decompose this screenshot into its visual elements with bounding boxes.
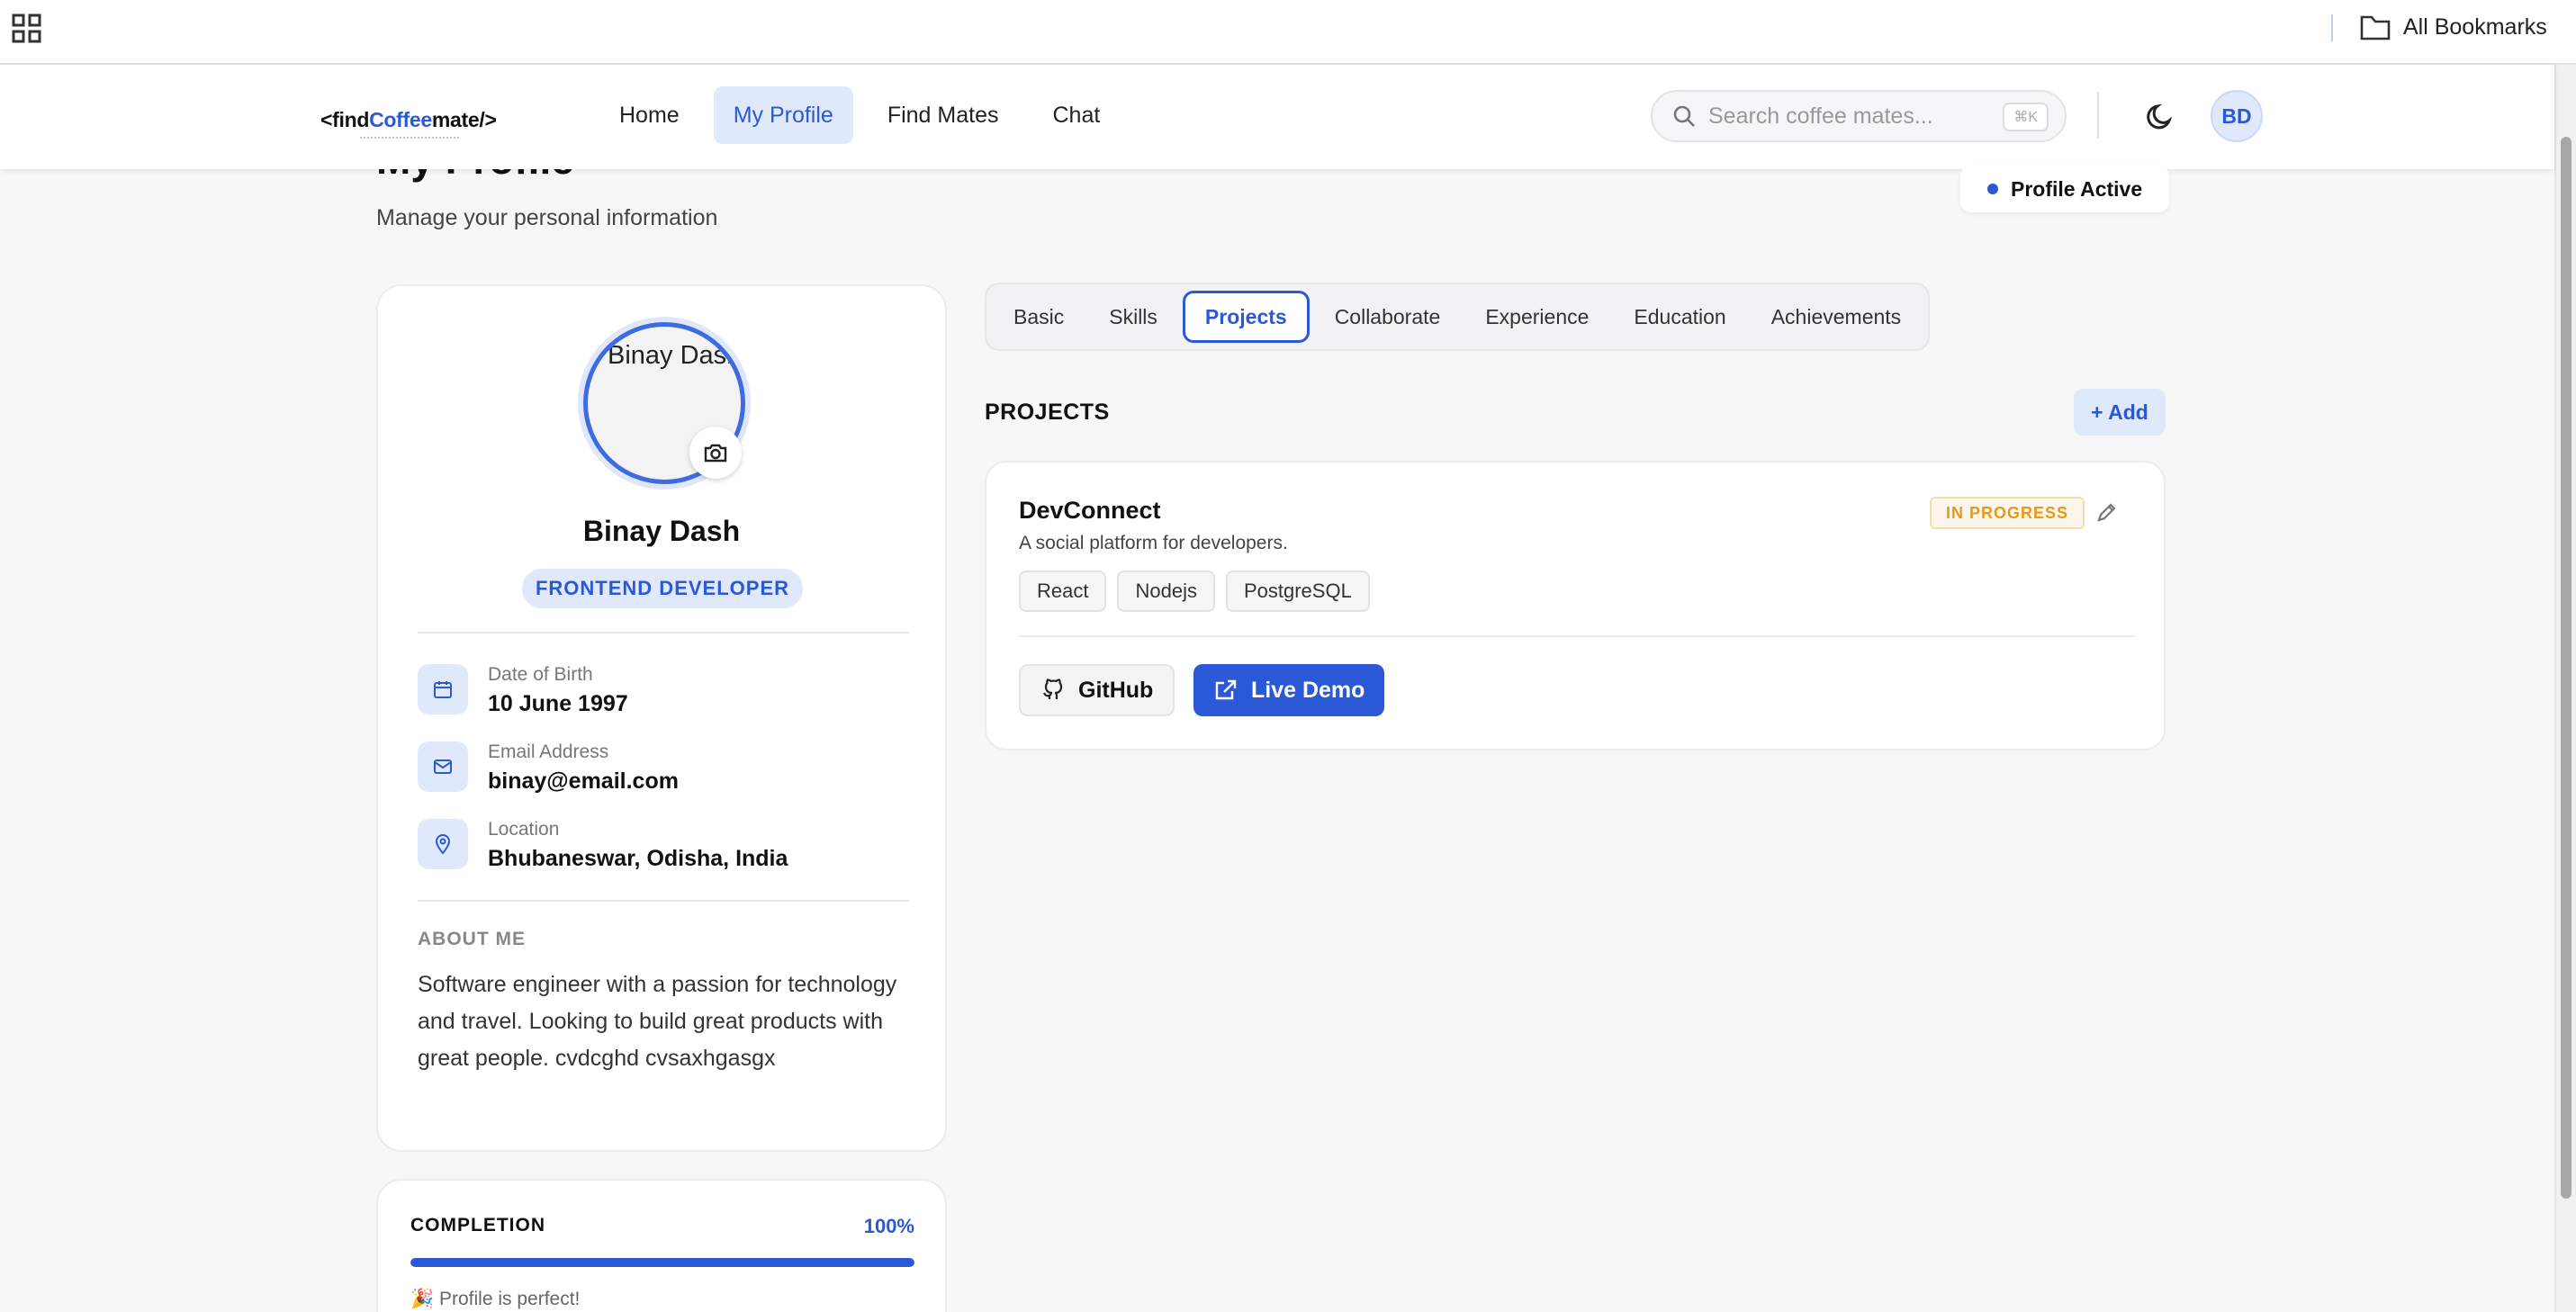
profile-name: Binay Dash [582,515,741,547]
pencil-icon [2092,499,2121,527]
bookmarks-bar: All Bookmarks [0,0,2576,65]
role-badge: FRONTEND DEVELOPER [522,569,803,608]
info-value: Bhubaneswar, Odisha, India [488,846,788,871]
github-icon [1040,678,1066,703]
tab-experience[interactable]: Experience [1465,291,1608,343]
info-row-email: Email Address binay@email.com [418,741,679,795]
app-logo[interactable]: <findCoffeemate/> [320,108,497,132]
profile-status-badge: Profile Active [1960,166,2170,212]
camera-icon [703,442,728,463]
info-label: Email Address [488,741,609,762]
project-tags: React Nodejs PostgreSQL [1019,571,1370,612]
search-input[interactable] [1708,103,1996,130]
edit-project-button[interactable] [2092,499,2121,527]
all-bookmarks-button[interactable]: All Bookmarks [2360,11,2547,43]
scrollbar-thumb[interactable] [2561,137,2571,1199]
tab-education[interactable]: Education [1614,291,1745,343]
header-separator [2097,92,2099,139]
status-label: Profile Active [2011,176,2143,201]
info-row-location: Location Bhubaneswar, Odisha, India [418,819,788,872]
completion-progress-fill [410,1258,914,1267]
search-shortcut-badge: ⌘K [2003,103,2049,131]
change-photo-button[interactable] [689,427,742,479]
search-icon [1672,104,1696,128]
tech-tag: React [1019,571,1107,612]
completion-message: 🎉 Profile is perfect! [410,1289,581,1309]
project-name: DevConnect [1019,497,1161,524]
project-divider [1019,635,2135,637]
tab-achievements[interactable]: Achievements [1752,291,1921,343]
bookmarks-separator [2331,14,2333,41]
external-link-icon [1213,678,1238,703]
github-button[interactable]: GitHub [1019,664,1175,716]
app-header: <findCoffeemate/> Home My Profile Find M… [0,65,2554,169]
page-subtitle: Manage your personal information [376,205,718,230]
project-description: A social platform for developers. [1019,533,1288,553]
completion-card: COMPLETION 100% 🎉 Profile is perfect! [376,1179,947,1312]
tab-basic[interactable]: Basic [994,291,1084,343]
project-card: DevConnect A social platform for develop… [985,461,2166,750]
tab-projects[interactable]: Projects [1182,291,1310,343]
page-scrollbar[interactable] [2554,65,2576,1312]
nav-my-profile[interactable]: My Profile [713,86,853,144]
moon-icon [2142,99,2178,135]
mail-icon [418,741,468,792]
location-pin-icon [418,819,468,869]
dark-mode-toggle[interactable] [2142,99,2178,135]
add-project-button[interactable]: + Add [2074,389,2166,436]
search-box: ⌘K [1651,90,2067,142]
nav-chat[interactable]: Chat [1033,86,1121,144]
main-nav: Home My Profile Find Mates Chat [599,86,1134,144]
nav-find-mates[interactable]: Find Mates [868,86,1019,144]
github-label: GitHub [1078,677,1154,703]
completion-percent: 100% [863,1215,914,1237]
calendar-icon [418,664,468,714]
profile-divider [418,632,909,634]
tech-tag: PostgreSQL [1225,571,1370,612]
info-value: 10 June 1997 [488,691,628,716]
project-status-badge: IN PROGRESS [1930,497,2085,529]
nav-home[interactable]: Home [599,86,699,144]
tech-tag: Nodejs [1117,571,1215,612]
info-label: Location [488,819,560,840]
tab-collaborate[interactable]: Collaborate [1315,291,1461,343]
info-value: binay@email.com [488,768,679,794]
projects-heading: PROJECTS [985,400,1110,425]
profile-card: Binay Dash Binay Dash FRONTEND DEVELOPER… [376,284,947,1152]
live-demo-button[interactable]: Live Demo [1193,664,1385,716]
logo-underline [360,137,459,140]
completion-heading: COMPLETION [410,1215,545,1236]
user-avatar[interactable]: BD [2211,90,2263,142]
status-dot [1987,184,1998,194]
all-bookmarks-label: All Bookmarks [2403,13,2547,40]
about-divider [418,900,909,902]
folder-icon [2360,13,2391,40]
profile-tabs: Basic Skills Projects Collaborate Experi… [985,283,1930,351]
apps-grid-icon[interactable] [11,13,43,45]
completion-progress-bar [410,1258,914,1267]
about-text: Software engineer with a passion for tec… [418,972,897,1071]
avatar-alt-text: Binay Dash [608,341,742,370]
tab-skills[interactable]: Skills [1089,291,1177,343]
info-label: Date of Birth [488,664,593,685]
live-demo-label: Live Demo [1251,677,1365,703]
info-row-dob: Date of Birth 10 June 1997 [418,664,628,717]
about-heading: ABOUT ME [418,929,526,949]
